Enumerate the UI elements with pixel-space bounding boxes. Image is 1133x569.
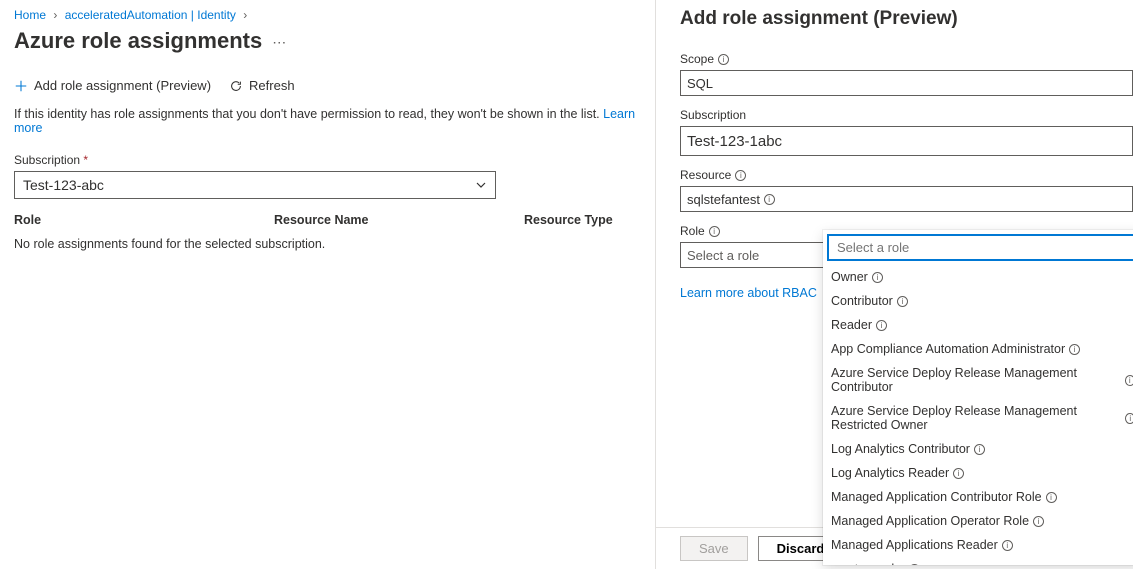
role-option[interactable]: Azure Service Deploy Release Management … [823, 361, 1133, 399]
resource-select[interactable]: sqlstefantest i [680, 186, 1133, 212]
panel-title: Add role assignment (Preview) [680, 8, 1133, 30]
info-icon[interactable]: i [1069, 344, 1080, 355]
main-content: Home › acceleratedAutomation | Identity … [0, 0, 655, 569]
th-role: Role [14, 213, 274, 227]
role-option-label: Log Analytics Contributor [831, 442, 970, 456]
info-icon[interactable]: i [876, 320, 887, 331]
role-option-label: Reader [831, 318, 872, 332]
breadcrumb-identity[interactable]: acceleratedAutomation | Identity [65, 8, 236, 22]
info-icon[interactable]: i [709, 226, 720, 237]
refresh-button[interactable]: Refresh [229, 78, 295, 93]
role-list: OwneriContributoriReaderiApp Compliance … [823, 265, 1133, 527]
subscription-label: Subscription * [14, 153, 641, 167]
role-search-input[interactable] [835, 239, 1131, 256]
panel-subscription-value: Test-123-1abc [687, 133, 782, 150]
empty-message: No role assignments found for the select… [14, 237, 641, 251]
role-option[interactable]: Azure Service Deploy Release Management … [823, 399, 1133, 437]
subscription-value: Test-123-abc [23, 177, 104, 193]
info-icon[interactable]: i [1033, 516, 1044, 527]
resource-value: sqlstefantest [687, 192, 760, 207]
scope-select[interactable]: SQL [680, 70, 1133, 96]
toolbar: Add role assignment (Preview) Refresh [14, 78, 641, 93]
role-option[interactable]: Managed Application Contributor Role i [823, 485, 1133, 509]
role-option-label: Managed Application Operator Role [831, 514, 1029, 527]
info-icon[interactable]: i [974, 444, 985, 455]
role-option-label: Azure Service Deploy Release Management … [831, 404, 1121, 432]
breadcrumb-home[interactable]: Home [14, 8, 46, 22]
subscription-select[interactable]: Test-123-abc [14, 171, 496, 199]
refresh-label: Refresh [249, 78, 295, 93]
scope-value: SQL [687, 76, 713, 91]
info-text: If this identity has role assignments th… [14, 107, 641, 135]
panel-subscription-label: Subscription [680, 108, 1133, 122]
scope-label: Scope i [680, 52, 1133, 66]
more-actions-icon[interactable]: ⋯ [272, 34, 286, 51]
panel-subscription-select[interactable]: Test-123-1abc [680, 126, 1133, 156]
chevron-right-icon: › [243, 8, 247, 22]
role-search-box[interactable] [827, 234, 1133, 261]
add-role-assignment-button[interactable]: Add role assignment (Preview) [14, 78, 211, 93]
info-icon[interactable]: i [1125, 413, 1133, 424]
info-icon[interactable]: i [1046, 492, 1057, 503]
info-icon[interactable]: i [735, 170, 746, 181]
role-option-label: Azure Service Deploy Release Management … [831, 366, 1121, 394]
plus-icon [14, 79, 28, 93]
info-icon[interactable]: i [953, 468, 964, 479]
save-button[interactable]: Save [680, 536, 748, 561]
role-option[interactable]: Readeri [823, 313, 1133, 337]
role-option[interactable]: Log Analytics Contributor i [823, 437, 1133, 461]
chevron-down-icon [475, 179, 487, 191]
role-option-label: Owner [831, 270, 868, 284]
breadcrumb: Home › acceleratedAutomation | Identity … [14, 8, 641, 22]
add-role-assignment-label: Add role assignment (Preview) [34, 78, 211, 93]
info-icon[interactable]: i [764, 194, 775, 205]
th-resource-name: Resource Name [274, 213, 524, 227]
add-role-panel: Add role assignment (Preview) Scope i SQ… [655, 0, 1133, 569]
page-title: Azure role assignments [14, 28, 262, 54]
resource-label: Resource i [680, 168, 1133, 182]
role-placeholder: Select a role [687, 248, 759, 263]
role-option[interactable]: Contributor i [823, 289, 1133, 313]
refresh-icon [229, 79, 243, 93]
info-icon[interactable]: i [872, 272, 883, 283]
rbac-learn-more-link[interactable]: Learn more about RBAC [680, 286, 817, 300]
role-option[interactable]: App Compliance Automation Administrator i [823, 337, 1133, 361]
role-option-label: Managed Application Contributor Role [831, 490, 1042, 504]
chevron-right-icon: › [53, 8, 57, 22]
role-option[interactable]: Log Analytics Reader i [823, 461, 1133, 485]
info-icon[interactable]: i [897, 296, 908, 307]
role-dropdown: OwneriContributoriReaderiApp Compliance … [823, 230, 1133, 527]
table-header: Role Resource Name Resource Type [14, 213, 641, 227]
role-option[interactable]: Managed Application Operator Role i [823, 509, 1133, 527]
role-option-label: App Compliance Automation Administrator [831, 342, 1065, 356]
info-icon[interactable]: i [718, 54, 729, 65]
role-option-label: Log Analytics Reader [831, 466, 949, 480]
role-option-label: Contributor [831, 294, 893, 308]
info-icon[interactable]: i [1125, 375, 1133, 386]
role-option[interactable]: Owneri [823, 265, 1133, 289]
th-resource-type: Resource Type [524, 213, 613, 227]
